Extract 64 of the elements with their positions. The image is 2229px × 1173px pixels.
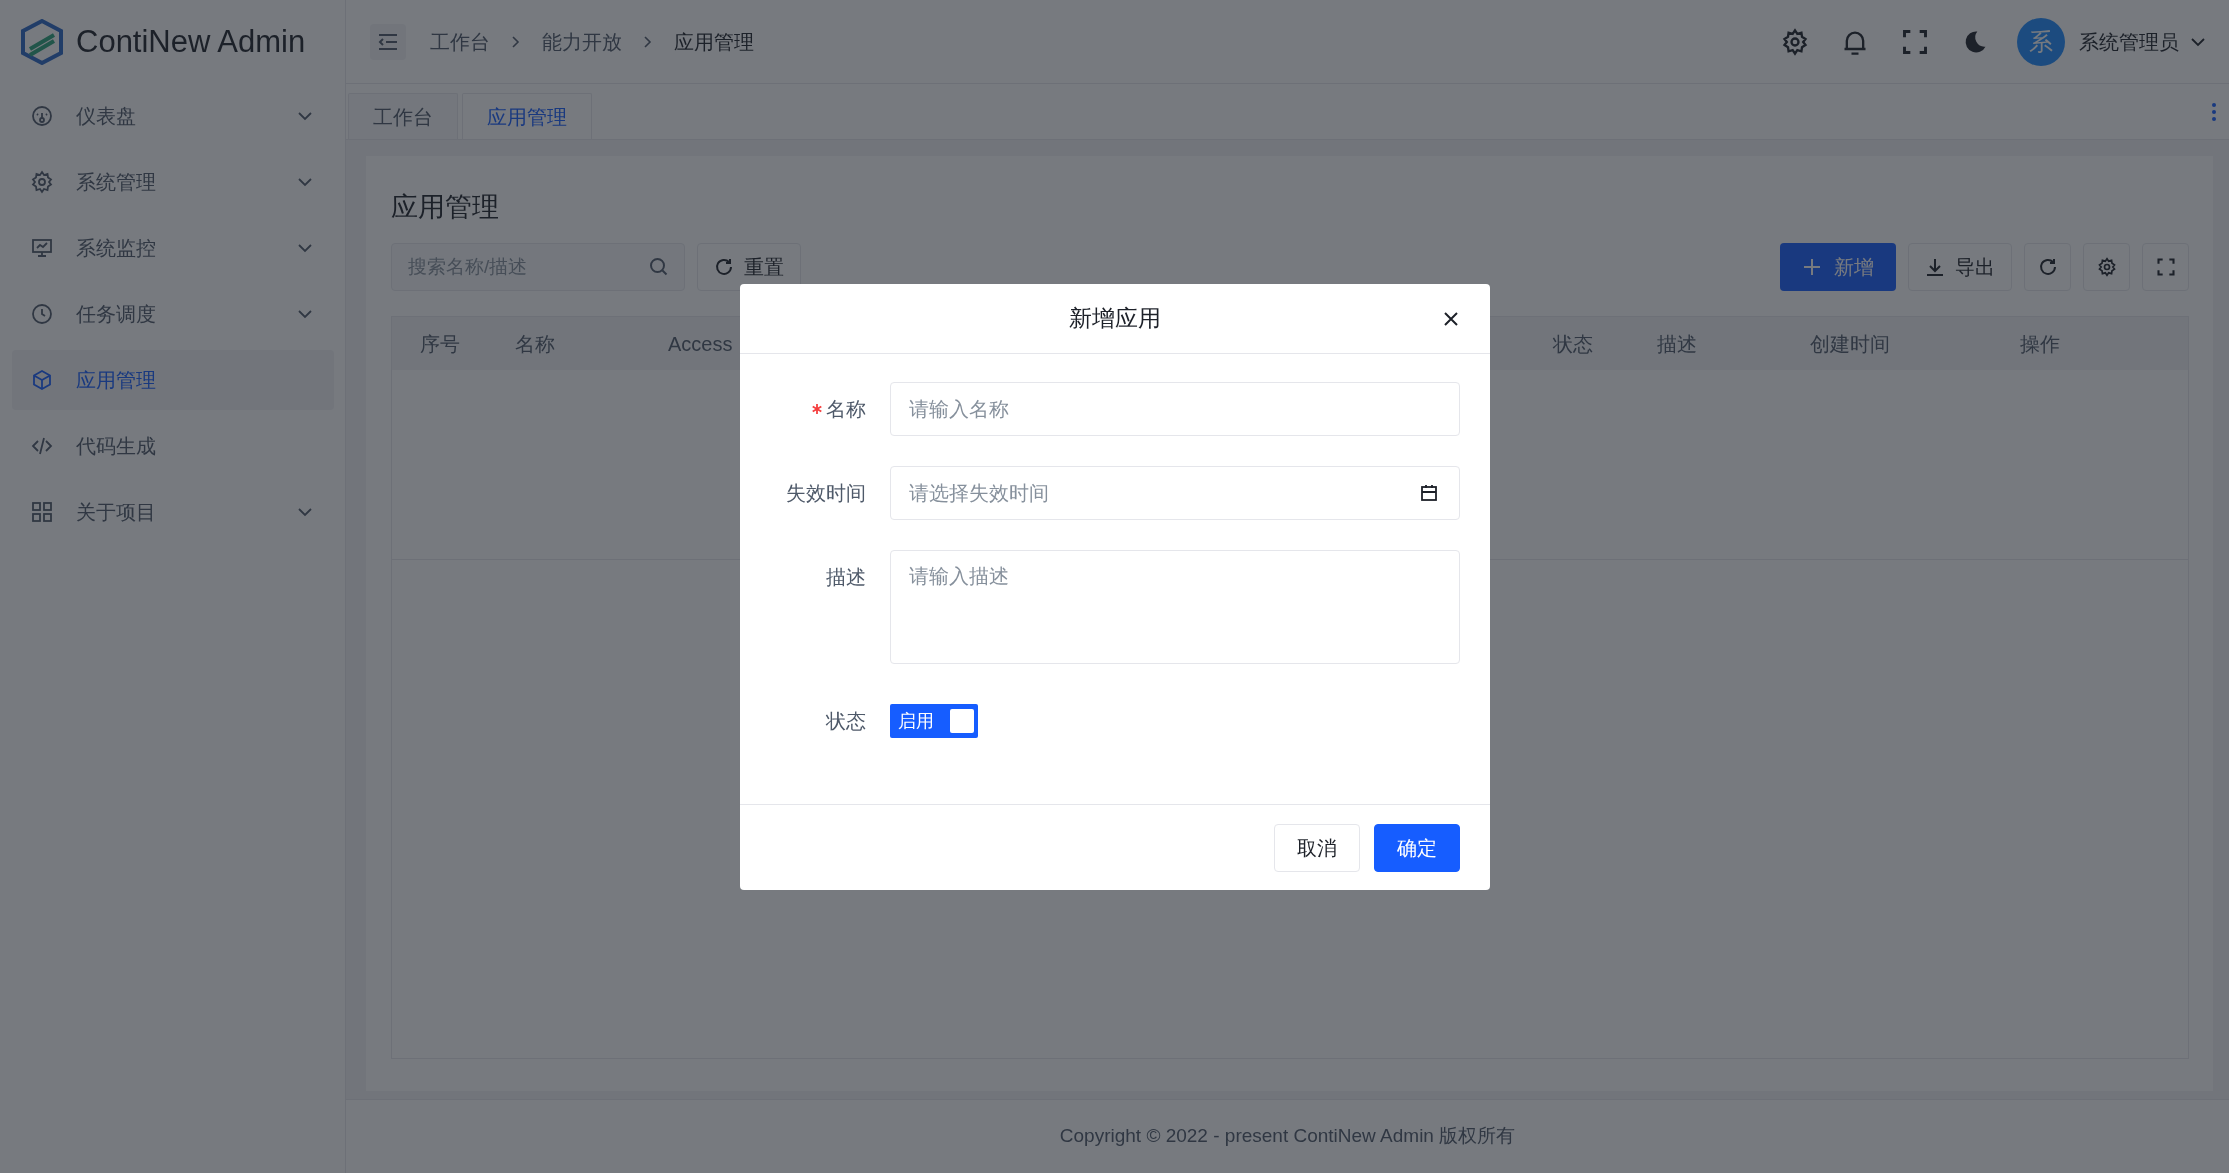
cancel-button[interactable]: 取消 xyxy=(1273,823,1360,872)
menu-fold-button[interactable] xyxy=(370,23,406,60)
plus-icon xyxy=(1802,257,1822,278)
refresh-icon xyxy=(714,257,734,278)
sidebar-item[interactable]: 代码生成 xyxy=(12,416,334,476)
column-header: 创建时间 xyxy=(1809,331,1891,357)
field-label: 描述 xyxy=(825,565,866,590)
sidebar-item[interactable]: 任务调度 xyxy=(12,284,334,344)
reset-button[interactable]: 重置 xyxy=(697,243,801,292)
page-title: 应用管理 xyxy=(391,191,500,224)
logo-icon xyxy=(20,19,64,65)
fullscreen-button[interactable] xyxy=(2142,243,2189,292)
gear-icon xyxy=(30,170,54,194)
user-avatar[interactable]: 系 xyxy=(2017,17,2065,66)
settings-button[interactable] xyxy=(1781,27,1809,56)
field-label: 失效时间 xyxy=(785,481,866,506)
field-label: 名称 xyxy=(825,397,866,422)
sidebar-item[interactable]: 系统管理 xyxy=(12,152,334,212)
chevron-right-icon xyxy=(642,34,654,49)
field-label: 状态 xyxy=(825,709,866,734)
add-button[interactable]: 新增 xyxy=(1780,243,1896,292)
fullscreen-button[interactable] xyxy=(1901,27,1929,56)
sidebar-item[interactable]: 仪表盘 xyxy=(12,86,334,146)
sidebar-item[interactable]: 系统监控 xyxy=(12,218,334,278)
column-header: 操作 xyxy=(2019,331,2060,357)
search-icon xyxy=(649,257,669,278)
sidebar-item[interactable]: 关于项目 xyxy=(12,482,334,542)
refresh-icon xyxy=(2037,257,2058,278)
close-button[interactable] xyxy=(1441,310,1460,328)
gauge-icon xyxy=(30,104,54,128)
input-field[interactable]: 请输入名称 xyxy=(889,382,1460,436)
tab[interactable]: 应用管理 xyxy=(462,93,592,139)
export-button[interactable]: 导出 xyxy=(1908,243,2012,292)
menu-fold-icon xyxy=(377,32,399,51)
column-header: 名称 xyxy=(514,331,556,357)
clock-icon xyxy=(30,302,54,326)
monitor-icon xyxy=(30,236,54,260)
download-icon xyxy=(1925,257,1945,278)
breadcrumb-item[interactable]: 工作台 xyxy=(430,26,490,57)
grid-icon xyxy=(30,500,54,524)
breadcrumb-item: 应用管理 xyxy=(674,29,754,55)
date-picker[interactable]: 请选择失效时间 xyxy=(889,466,1460,520)
user-menu[interactable]: 系统管理员 xyxy=(2079,26,2179,57)
fullscreen-icon xyxy=(2155,257,2176,278)
column-header: Access xyxy=(667,331,734,357)
column-settings-button[interactable] xyxy=(2083,243,2130,292)
copyright-text: Copyright © 2022 - present ContiNew Admin 版权所有 xyxy=(1059,1124,1516,1149)
app-title: ContiNew Admin xyxy=(76,22,306,61)
breadcrumb-item[interactable]: 能力开放 xyxy=(542,26,622,57)
text-area[interactable]: 请输入描述 xyxy=(889,550,1460,664)
refresh-button[interactable] xyxy=(2024,243,2071,292)
chevron-right-icon xyxy=(510,34,522,49)
confirm-button[interactable]: 确定 xyxy=(1373,823,1460,872)
dialog-title: 新增应用 xyxy=(1068,304,1161,334)
sidebar-item[interactable]: 应用管理 xyxy=(12,350,334,410)
column-header: 状态 xyxy=(1552,331,1594,357)
calendar-icon xyxy=(1419,484,1438,502)
cube-icon xyxy=(30,368,54,392)
tab[interactable]: 工作台 xyxy=(348,93,458,139)
gear-icon xyxy=(2096,257,2117,278)
column-header: 序号 xyxy=(419,331,461,357)
column-header: 描述 xyxy=(1656,331,1698,357)
more-icon[interactable] xyxy=(2211,101,2217,122)
status-switch[interactable]: 启用 xyxy=(889,704,978,738)
